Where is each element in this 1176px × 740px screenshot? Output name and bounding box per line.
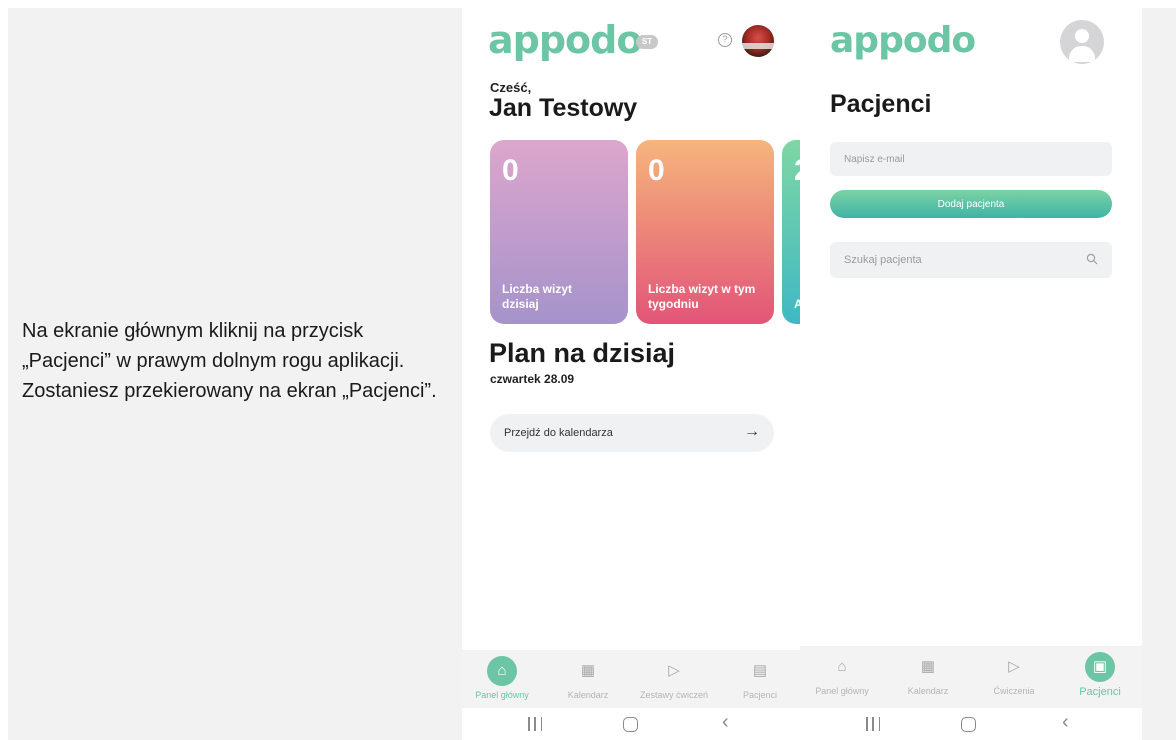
add-patient-button[interactable]: Dodaj pacjenta: [830, 190, 1112, 218]
nav-label: Panel główny: [815, 686, 869, 696]
instruction-text: Na ekranie głównym kliknij na przycisk „…: [22, 320, 437, 402]
home-icon: ⌂: [837, 658, 847, 675]
greeting-label: Cześć,: [490, 80, 532, 95]
plan-title: Plan na dzisiaj: [489, 338, 676, 368]
stat-label: Liczba wizyt w tym tygodniu: [648, 282, 756, 311]
system-home-icon[interactable]: [961, 717, 976, 732]
nav-item-exercise-sets[interactable]: ▷ Zestawy ćwiczeń: [632, 656, 716, 700]
screenshot-root: Na ekranie głównym kliknij na przycisk „…: [0, 0, 1176, 740]
search-input[interactable]: [830, 242, 1080, 278]
search-icon[interactable]: [1086, 253, 1098, 265]
play-circle-icon: ▷: [668, 662, 680, 679]
nav-label: Panel główny: [475, 690, 529, 700]
nav-item-exercises[interactable]: ▷ Ćwiczenia: [972, 652, 1056, 696]
patients-icon: ▣: [1085, 652, 1115, 682]
nav-item-patients[interactable]: ▣ Pacjenci: [1058, 652, 1142, 698]
patient-search-box: [830, 242, 1112, 278]
go-to-calendar-label: Przejdź do kalendarza: [504, 427, 613, 439]
calendar-icon: ▦: [580, 662, 596, 679]
arrow-right-icon: →: [744, 423, 760, 440]
nav-item-home[interactable]: ⌂ Panel główny: [800, 652, 884, 696]
recents-icon[interactable]: [866, 717, 880, 731]
help-icon[interactable]: ?: [718, 33, 732, 47]
stat-card-partial[interactable]: 2 A t: [782, 140, 800, 324]
nav-item-home[interactable]: ⌂ Panel główny: [462, 656, 544, 700]
bottom-nav: ⌂ Panel główny ▦ Kalendarz ▷ Ćwiczenia ▣…: [800, 646, 1142, 708]
stat-card-today[interactable]: 0 Liczba wizyt dzisiaj: [490, 140, 628, 324]
back-icon[interactable]: ‹: [722, 711, 729, 734]
email-field[interactable]: [830, 142, 1112, 176]
system-nav-bar: ‹: [800, 708, 1142, 740]
system-nav-bar: ‹: [462, 708, 800, 740]
app-logo: appodo: [488, 18, 642, 62]
user-avatar[interactable]: [742, 25, 774, 57]
stat-value: 0: [648, 154, 665, 187]
user-name: Jan Testowy: [489, 94, 638, 122]
nav-label: Pacjenci: [1079, 686, 1121, 698]
nav-item-patients[interactable]: ▤ Pacjenci: [718, 656, 800, 700]
go-to-calendar-button[interactable]: Przejdź do kalendarza →: [490, 414, 774, 452]
plan-badge: ST: [636, 35, 658, 49]
profile-icon[interactable]: [1060, 20, 1104, 64]
recents-icon[interactable]: [528, 717, 542, 731]
nav-label: Ćwiczenia: [993, 686, 1035, 696]
stat-value: 0: [502, 154, 519, 187]
nav-label: Zestawy ćwiczeń: [639, 690, 709, 700]
app-logo: appodo: [830, 20, 976, 61]
nav-label: Kalendarz: [567, 690, 609, 700]
stat-card-week[interactable]: 0 Liczba wizyt w tym tygodniu: [636, 140, 774, 324]
calendar-icon: ▦: [920, 658, 936, 675]
nav-item-calendar[interactable]: ▦ Kalendarz: [886, 652, 970, 696]
plan-date: czwartek 28.09: [490, 372, 575, 386]
nav-label: Pacjenci: [742, 690, 778, 700]
nav-label: Kalendarz: [907, 686, 949, 696]
right-margin: [1142, 8, 1176, 740]
nav-item-calendar[interactable]: ▦ Kalendarz: [546, 656, 630, 700]
bottom-nav: ⌂ Panel główny ▦ Kalendarz ▷ Zestawy ćwi…: [462, 650, 800, 708]
page-title: Pacjenci: [830, 90, 932, 118]
patients-screen: appodo Pacjenci Dodaj pacjenta ⌂ Panel g…: [800, 8, 1142, 740]
instruction-panel: Na ekranie głównym kliknij na przycisk „…: [8, 8, 462, 740]
home-screen: appodo ST ? Cześć, Jan Testowy 0 Liczba …: [462, 8, 800, 740]
patients-icon: ▤: [752, 662, 768, 679]
play-circle-icon: ▷: [1008, 658, 1020, 675]
home-icon: ⌂: [487, 656, 517, 686]
system-home-icon[interactable]: [623, 717, 638, 732]
stat-label: Liczba wizyt dzisiaj: [502, 282, 573, 311]
back-icon[interactable]: ‹: [1062, 711, 1069, 734]
